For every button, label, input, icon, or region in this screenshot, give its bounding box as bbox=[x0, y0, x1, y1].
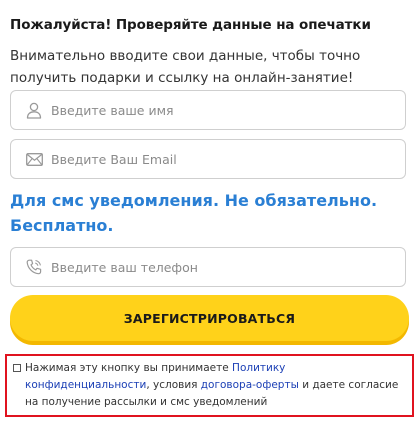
name-input[interactable] bbox=[51, 102, 381, 118]
user-icon bbox=[25, 101, 43, 119]
email-input[interactable] bbox=[51, 151, 381, 167]
email-field[interactable] bbox=[10, 139, 406, 179]
consent-block: Нажимая эту кнопку вы принимаете Политик… bbox=[5, 354, 414, 417]
form-intro-text: Внимательно вводите свои данные, чтобы т… bbox=[10, 48, 361, 86]
phone-field[interactable] bbox=[10, 247, 406, 287]
name-field[interactable] bbox=[10, 90, 406, 130]
sms-notice: Для смс уведомления. Не обязательно. Бес… bbox=[10, 191, 378, 235]
envelope-icon bbox=[25, 150, 43, 168]
consent-text-part-2: , условия bbox=[146, 379, 201, 391]
consent-text: Нажимая эту кнопку вы принимаете Политик… bbox=[25, 360, 410, 411]
registration-form: Пожалуйста! Проверяйте данные на опечатк… bbox=[0, 0, 419, 422]
offer-agreement-link[interactable]: договора-оферты bbox=[201, 379, 299, 391]
phone-input[interactable] bbox=[51, 259, 381, 275]
consent-checkbox[interactable] bbox=[13, 364, 21, 372]
phone-icon bbox=[25, 258, 43, 276]
register-button[interactable]: ЗАРЕГИСТРИРОВАТЬСЯ bbox=[10, 295, 409, 341]
consent-text-part-1: Нажимая эту кнопку вы принимаете bbox=[25, 362, 233, 374]
form-heading: Пожалуйста! Проверяйте данные на опечатк… bbox=[10, 17, 371, 33]
